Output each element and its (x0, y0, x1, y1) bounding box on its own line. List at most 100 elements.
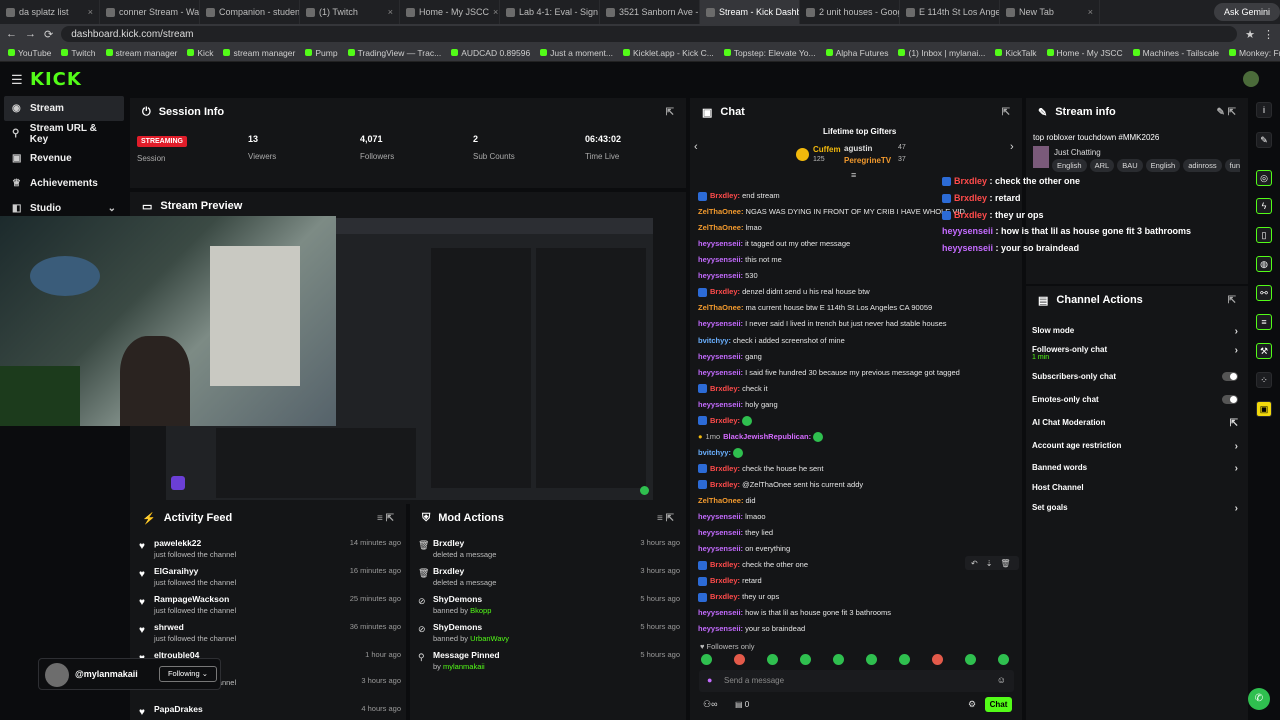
chat-username[interactable]: Brxdley (710, 592, 738, 601)
avatar[interactable] (1243, 71, 1259, 87)
chat-message[interactable]: heyysenseii: I said five hundred 30 beca… (698, 368, 960, 377)
following-button[interactable]: Following ⌄ (159, 666, 217, 682)
browser-tab[interactable]: Home - My JSCC × (400, 0, 500, 24)
browser-tab[interactable]: conner Stream - Watch× (100, 0, 200, 24)
browser-tab[interactable]: 3521 Sanborn Ave - Go× (600, 0, 700, 24)
quick-emote-icon[interactable] (866, 654, 877, 665)
popout-icon[interactable]: ⇱ (1002, 107, 1010, 118)
bookmark-item[interactable]: YouTube (8, 48, 51, 58)
stream-tag[interactable]: funny (1224, 159, 1240, 172)
activity-username[interactable]: pawelekk22 (154, 538, 236, 548)
address-input[interactable]: dashboard.kick.com/stream (61, 26, 1238, 42)
chat-message[interactable]: heyysenseii: it tagged out my other mess… (698, 239, 850, 248)
chat-username[interactable]: heyysenseii (698, 368, 741, 377)
sidebar-item-revenue[interactable]: ▣ Revenue (0, 146, 128, 171)
quick-emote-icon[interactable] (998, 654, 1009, 665)
quick-emote-icon[interactable] (833, 654, 844, 665)
stream-tag[interactable]: English (1145, 159, 1181, 172)
browser-tab[interactable]: 2 unit houses - Google× (800, 0, 900, 24)
pinned-toggle-icon[interactable]: ≡ (851, 170, 856, 180)
bookmark-item[interactable]: (1) Inbox | mylanai... (898, 48, 985, 58)
chat-username[interactable]: BlackJewishRepublican (723, 432, 808, 441)
apps-icon[interactable]: ⁘ (1256, 372, 1272, 388)
delete-icon[interactable]: 🗑 (1000, 559, 1010, 568)
chat-username[interactable]: heyysenseii (698, 624, 741, 633)
chat-username[interactable]: Brxdley (710, 384, 738, 393)
bookmark-item[interactable]: Machines - Tailscale (1132, 48, 1219, 58)
chat-username[interactable]: ZelThaOnee (698, 303, 741, 312)
chat-username[interactable]: bvitchyy (698, 336, 728, 345)
card-icon[interactable]: ▯ (1256, 227, 1272, 243)
info-icon[interactable]: i (1256, 102, 1272, 118)
channel-action-set-goals[interactable]: Set goals › (1032, 503, 1238, 514)
chat-message[interactable]: heyysenseii: holy gang (698, 400, 778, 409)
toggle-switch[interactable] (1222, 395, 1238, 404)
chat-icon[interactable]: ◍ (1256, 256, 1272, 272)
chat-username[interactable]: Brxdley (710, 480, 738, 489)
emoji-icon[interactable]: ☺ (997, 675, 1006, 685)
quick-emote-icon[interactable] (800, 654, 811, 665)
chat-message[interactable]: Brxdley: check it (698, 384, 768, 394)
reload-icon[interactable]: ⟳ (44, 28, 53, 41)
gifter-3-name[interactable]: PeregrineTV (844, 156, 891, 165)
tab-close-icon[interactable]: × (388, 7, 393, 17)
stream-tag[interactable]: BAU (1117, 159, 1143, 172)
next-arrow-icon[interactable]: › (1010, 141, 1014, 153)
browser-tab[interactable]: New Tab × (1000, 0, 1100, 24)
chat-message[interactable]: heyysenseii: they lied (698, 528, 773, 537)
activity-username[interactable]: shrwed (154, 622, 236, 632)
chat-message[interactable]: ZelThaOnee: NGAS WAS DYING IN FRONT OF M… (698, 207, 965, 216)
chat-username[interactable]: ZelThaOnee (698, 207, 741, 216)
sidebar-item-achievements[interactable]: ♕ Achievements (0, 171, 128, 196)
mod-action-username[interactable]: Brxdley (433, 538, 496, 548)
bookmark-item[interactable]: Just a moment... (540, 48, 613, 58)
forward-icon[interactable]: → (25, 28, 36, 40)
stream-tag[interactable]: adinross (1183, 159, 1222, 172)
channel-action-banned-words[interactable]: Banned words › (1032, 463, 1238, 474)
chat-username[interactable]: Brxdley (710, 560, 738, 569)
chat-username[interactable]: heyysenseii (698, 239, 741, 248)
chat-username[interactable]: heyysenseii (698, 255, 741, 264)
chat-message[interactable]: Brxdley: they ur ops (698, 592, 779, 602)
channel-action-followers-only-chat[interactable]: Followers-only chat 1 min › (1032, 345, 1238, 361)
chat-username[interactable]: heyysenseii (698, 608, 741, 617)
chat-message[interactable]: ● 1mo BlackJewishRepublican: (698, 432, 824, 442)
bookmark-item[interactable]: Twitch (61, 48, 96, 58)
browser-tab[interactable]: E 114th St Los Angeles× (900, 0, 1000, 24)
stream-tag[interactable]: ARL (1089, 159, 1115, 172)
chat-message[interactable]: Brxdley: end stream (698, 191, 780, 201)
menu-dots-icon[interactable]: ⋮ (1263, 28, 1274, 41)
activity-username[interactable]: ElGaraihyy (154, 566, 236, 576)
tab-close-icon[interactable]: × (493, 7, 498, 17)
browser-tab[interactable]: (1) Twitch × (300, 0, 400, 24)
sidebar-item-stream[interactable]: ◉ Stream (4, 96, 124, 121)
mod-action-username[interactable]: ShyDemons (433, 622, 509, 632)
chat-message[interactable]: ZelThaOnee: ma current house btw E 114th… (698, 303, 932, 312)
bookmark-item[interactable]: stream manager (105, 48, 177, 58)
activity-username[interactable]: RampageWackson (154, 594, 236, 604)
chat-message[interactable]: Brxdley: @ZelThaOnee sent his current ad… (698, 480, 863, 490)
chat-username[interactable]: heyysenseii (698, 400, 741, 409)
bookmark-item[interactable]: Monkey: Free Rand... (1229, 48, 1280, 58)
target-icon[interactable]: ◎ (1256, 170, 1272, 186)
chat-username[interactable]: Brxdley (710, 191, 738, 200)
mod-action-username[interactable]: Brxdley (433, 566, 496, 576)
chat-message[interactable]: Brxdley: retard (698, 576, 762, 586)
channel-action-subscribers-only-chat[interactable]: Subscribers-only chat (1032, 372, 1238, 381)
bookmark-item[interactable]: stream manager (223, 48, 295, 58)
quick-emote-icon[interactable] (965, 654, 976, 665)
chat-username[interactable]: heyysenseii (698, 319, 741, 328)
chat-message[interactable]: heyysenseii: gang (698, 352, 762, 361)
chat-message[interactable]: heyysenseii: 530 (698, 271, 758, 280)
quick-emote-icon[interactable] (899, 654, 910, 665)
mod-action-moderator[interactable]: mylanmakaii (443, 662, 485, 671)
browser-tab[interactable]: Stream - Kick Dashbo× (700, 0, 800, 24)
bookmark-item[interactable]: Alpha Futures (825, 48, 888, 58)
gifter-1-name[interactable]: Cuffem (813, 145, 841, 154)
prev-arrow-icon[interactable]: ‹ (694, 141, 698, 153)
chat-message[interactable]: heyysenseii: your so braindead (698, 624, 805, 633)
mod-action-moderator[interactable]: UrbanWavy (470, 634, 509, 643)
chat-message[interactable]: ZelThaOnee: did (698, 496, 756, 505)
mic-icon[interactable]: ● (707, 675, 712, 685)
channel-action-account-age-restriction[interactable]: Account age restriction › (1032, 441, 1238, 452)
